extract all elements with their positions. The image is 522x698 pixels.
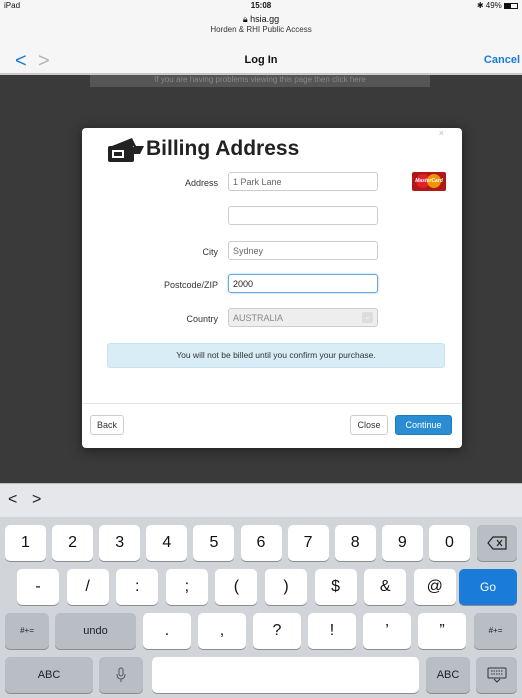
- shift-symbols-left-key[interactable]: #+=: [5, 613, 49, 649]
- shift-symbols-right-key[interactable]: #+=: [474, 613, 517, 649]
- site-info: Horden & RHI Public Access: [210, 25, 312, 34]
- onscreen-keyboard: 1234567890 - /:;() $ & @ Go #+= undo .,?!’” …: [0, 517, 522, 698]
- space-key[interactable]: [152, 657, 419, 693]
- punctuation-key[interactable]: !: [308, 613, 356, 649]
- delete-key[interactable]: [477, 525, 517, 561]
- abc-left-key[interactable]: ABC: [5, 657, 93, 693]
- battery-status: ✱ 49%: [477, 1, 518, 10]
- next-field-icon[interactable]: >: [32, 491, 41, 509]
- number-key[interactable]: 4: [146, 525, 188, 561]
- city-input[interactable]: Sydney: [228, 241, 378, 260]
- modal-title: Billing Address: [146, 137, 300, 160]
- chevron-down-icon: ⌄: [362, 312, 373, 323]
- close-button[interactable]: Close: [350, 415, 388, 435]
- card-brand-label: MasterCard: [415, 178, 443, 184]
- previous-field-icon[interactable]: <: [8, 491, 17, 509]
- close-icon[interactable]: ×: [439, 128, 444, 138]
- abc-right-key[interactable]: ABC: [426, 657, 470, 693]
- bluetooth-icon: ✱: [476, 1, 484, 10]
- hide-keyboard-key[interactable]: [476, 657, 517, 693]
- browser-chrome: 🔒︎ hsia.gg Horden & RHI Public Access < …: [0, 12, 522, 74]
- number-key[interactable]: 6: [240, 525, 282, 561]
- country-select[interactable]: AUSTRALIA ⌄: [228, 308, 378, 327]
- wallet-icon: [108, 138, 144, 162]
- dictation-key[interactable]: [99, 657, 143, 693]
- address-line2-input[interactable]: [228, 206, 378, 225]
- cancel-button[interactable]: Cancel: [484, 54, 520, 66]
- domain-text: hsia.gg: [250, 14, 280, 24]
- symbol-key[interactable]: (: [215, 569, 258, 605]
- mastercard-icon: MasterCard: [412, 172, 446, 191]
- symbol-key[interactable]: &: [364, 569, 407, 605]
- microphone-icon: [116, 667, 126, 683]
- status-bar: iPad 15:08 ✱ 49%: [0, 0, 522, 12]
- page-title: Log In: [244, 54, 278, 66]
- symbol-key[interactable]: @: [413, 569, 456, 605]
- punctuation-key[interactable]: ?: [253, 613, 301, 649]
- symbol-key[interactable]: -: [17, 569, 59, 605]
- address-label: Address: [184, 178, 218, 188]
- number-key[interactable]: 9: [381, 525, 423, 561]
- punctuation-key[interactable]: ,: [198, 613, 246, 649]
- symbol-key[interactable]: ): [265, 569, 307, 605]
- address-input[interactable]: 1 Park Lane: [228, 172, 378, 191]
- number-key[interactable]: 1: [5, 525, 46, 561]
- page-notice: If you are having problems viewing this …: [90, 75, 430, 87]
- undo-key[interactable]: undo: [55, 613, 136, 649]
- modal-divider: [82, 403, 462, 404]
- symbol-key[interactable]: :: [116, 569, 159, 605]
- lock-icon: 🔒︎: [242, 14, 248, 24]
- punctuation-key[interactable]: ”: [418, 613, 466, 649]
- battery-icon: [504, 2, 518, 9]
- city-label: City: [202, 247, 219, 257]
- country-label: Country: [186, 314, 218, 324]
- continue-button[interactable]: Continue: [395, 415, 452, 435]
- number-key[interactable]: 3: [99, 525, 141, 561]
- number-key[interactable]: 5: [193, 525, 235, 561]
- battery-percent: 49%: [485, 1, 502, 10]
- postcode-label: Postcode/ZIP: [163, 280, 218, 290]
- billing-info-alert: You will not be billed until you confirm…: [107, 343, 445, 368]
- number-key[interactable]: 0: [428, 525, 470, 561]
- url-bar[interactable]: 🔒︎ hsia.gg: [0, 14, 522, 25]
- country-value: AUSTRALIA: [233, 313, 284, 323]
- delete-icon: [487, 536, 507, 550]
- number-key[interactable]: 8: [334, 525, 376, 561]
- symbol-key[interactable]: $: [314, 569, 357, 605]
- go-key[interactable]: Go: [459, 569, 517, 605]
- punctuation-key[interactable]: ’: [363, 613, 411, 649]
- keyboard-toolbar: < >: [0, 483, 522, 517]
- number-key[interactable]: 7: [287, 525, 329, 561]
- billing-address-modal: × Billing Address Address 1 Park Lane Ma…: [82, 128, 462, 448]
- symbol-key[interactable]: /: [66, 569, 109, 605]
- back-button[interactable]: Back: [90, 415, 124, 435]
- punctuation-key[interactable]: .: [143, 613, 191, 649]
- keyboard-hide-icon: [487, 667, 506, 683]
- postcode-input[interactable]: 2000: [228, 274, 378, 293]
- number-key[interactable]: 2: [52, 525, 94, 561]
- symbol-key[interactable]: ;: [165, 569, 208, 605]
- status-time: 15:08: [250, 1, 272, 10]
